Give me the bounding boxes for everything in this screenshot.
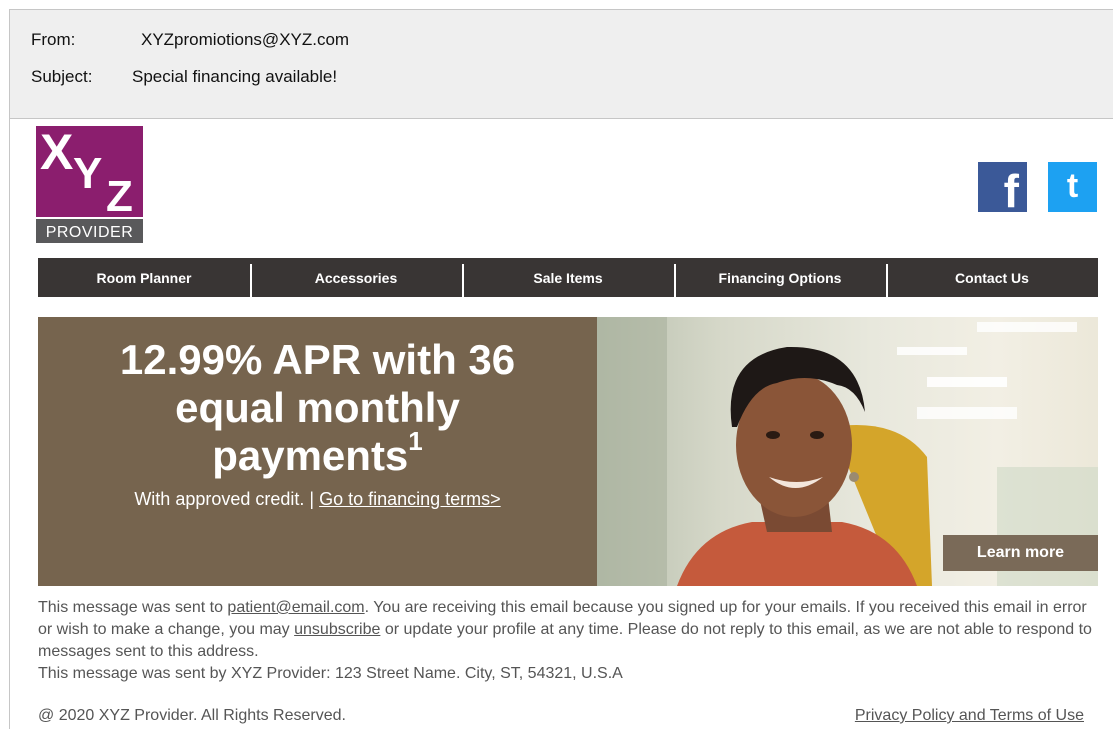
headline-line-1: 12.99% APR with 36 <box>119 336 516 383</box>
logo-letter-x: X <box>40 126 74 180</box>
logo-provider-text: PROVIDER <box>45 224 134 241</box>
nav-item-financing-options[interactable]: Financing Options <box>674 258 886 297</box>
headline-line-3: payments1 <box>38 428 597 480</box>
headline-line-2: equal monthly <box>175 384 460 431</box>
disclaimer-text-1: This message was sent to <box>38 599 228 616</box>
from-row: From: XYZpromiotions@XYZ.com <box>31 30 349 50</box>
email-header: From: XYZpromiotions@XYZ.com Subject: Sp… <box>9 9 1113 119</box>
copyright-text: @ 2020 XYZ Provider. All Rights Reserved… <box>38 707 346 724</box>
nav-item-sale-items[interactable]: Sale Items <box>462 258 674 297</box>
logo-letter-z: Z <box>106 172 133 221</box>
patient-email-link[interactable]: patient@email.com <box>227 599 364 616</box>
twitter-icon[interactable]: t <box>1048 162 1097 212</box>
subject-label: Subject: <box>31 67 93 86</box>
learn-more-button[interactable]: Learn more <box>943 535 1098 571</box>
approved-credit-text: With approved credit. | <box>134 489 320 509</box>
promo-banner: 12.99% APR with 36 equal monthly payment… <box>38 317 597 586</box>
nav-bar: Room Planner Accessories Sale Items Fina… <box>38 258 1098 297</box>
privacy-policy-link[interactable]: Privacy Policy and Terms of Use <box>855 707 1084 725</box>
headline-payments: payments <box>212 432 409 479</box>
from-label: From: <box>31 30 76 49</box>
promo-subtext: With approved credit. | Go to financing … <box>38 489 597 510</box>
nav-item-accessories[interactable]: Accessories <box>250 258 462 297</box>
xyz-provider-logo: X Y Z PROVIDER <box>36 126 143 243</box>
nav-item-contact-us[interactable]: Contact Us <box>886 258 1098 297</box>
nav-item-room-planner[interactable]: Room Planner <box>38 258 250 297</box>
promo-headline: 12.99% APR with 36 equal monthly payment… <box>38 336 597 480</box>
from-value[interactable]: XYZpromiotions@XYZ.com <box>141 30 349 50</box>
facebook-icon[interactable]: f <box>978 162 1027 217</box>
twitter-glyph: t <box>1066 167 1079 205</box>
footer-disclaimer: This message was sent to patient@email.c… <box>38 597 1098 685</box>
subject-row: Subject: Special financing available! <box>31 67 337 87</box>
disclaimer-paragraph: This message was sent to patient@email.c… <box>38 597 1098 663</box>
footnote-mark: 1 <box>408 426 423 456</box>
subject-value: Special financing available! <box>132 67 338 86</box>
financing-terms-link[interactable]: Go to financing terms> <box>319 489 501 509</box>
facebook-glyph: f <box>1003 165 1019 217</box>
unsubscribe-link[interactable]: unsubscribe <box>294 621 380 638</box>
logo-letter-y: Y <box>73 149 103 198</box>
address-line: This message was sent by XYZ Provider: 1… <box>38 665 623 682</box>
